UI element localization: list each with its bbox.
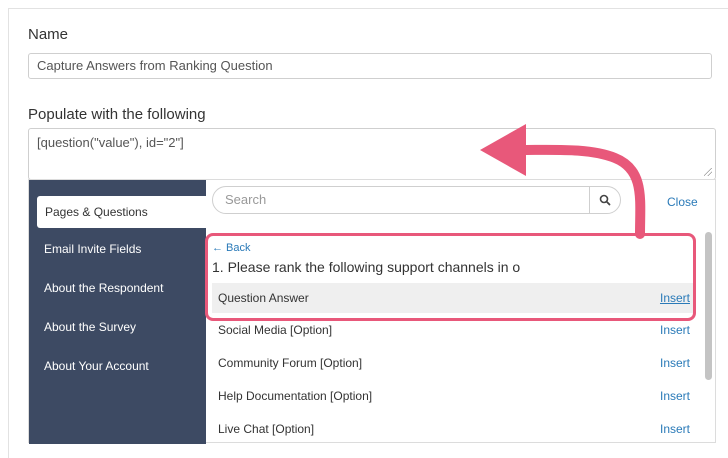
sidebar-item-about-respondent[interactable]: About the Respondent: [29, 272, 206, 304]
list-item-label: Community Forum [Option]: [218, 356, 363, 370]
resize-grip-icon[interactable]: [704, 168, 712, 176]
insert-link[interactable]: Insert: [660, 414, 690, 444]
list-item: Community Forum [Option] Insert: [212, 348, 696, 378]
scrollbar[interactable]: [705, 232, 712, 380]
search-input[interactable]: Search: [212, 186, 604, 214]
close-link[interactable]: Close: [667, 195, 698, 209]
search-icon: [599, 194, 611, 206]
list-item: Live Chat [Option] Insert: [212, 414, 696, 444]
list-item-label: Live Chat [Option]: [218, 422, 315, 436]
sidebar-item-about-survey[interactable]: About the Survey: [29, 311, 206, 343]
annotation-highlight-box: [205, 233, 696, 321]
insert-link[interactable]: Insert: [660, 348, 690, 378]
populate-value: [question("value"), id="2"]: [37, 135, 184, 150]
populate-label: Populate with the following: [28, 106, 206, 123]
populate-textarea[interactable]: [question("value"), id="2"]: [28, 128, 716, 180]
sidebar-item-about-account[interactable]: About Your Account: [29, 350, 206, 382]
sidebar-item-email-invite-fields[interactable]: Email Invite Fields: [29, 233, 206, 265]
name-input[interactable]: Capture Answers from Ranking Question: [28, 53, 712, 79]
search-button[interactable]: [589, 186, 621, 214]
list-item: Help Documentation [Option] Insert: [212, 381, 696, 411]
picker-sidebar: Pages & Questions Email Invite Fields Ab…: [29, 180, 209, 444]
name-label: Name: [28, 26, 69, 43]
sidebar-item-pages-questions[interactable]: Pages & Questions: [37, 196, 209, 228]
list-item-label: Social Media [Option]: [218, 323, 333, 337]
insert-link[interactable]: Insert: [660, 381, 690, 411]
list-item-label: Help Documentation [Option]: [218, 389, 373, 403]
